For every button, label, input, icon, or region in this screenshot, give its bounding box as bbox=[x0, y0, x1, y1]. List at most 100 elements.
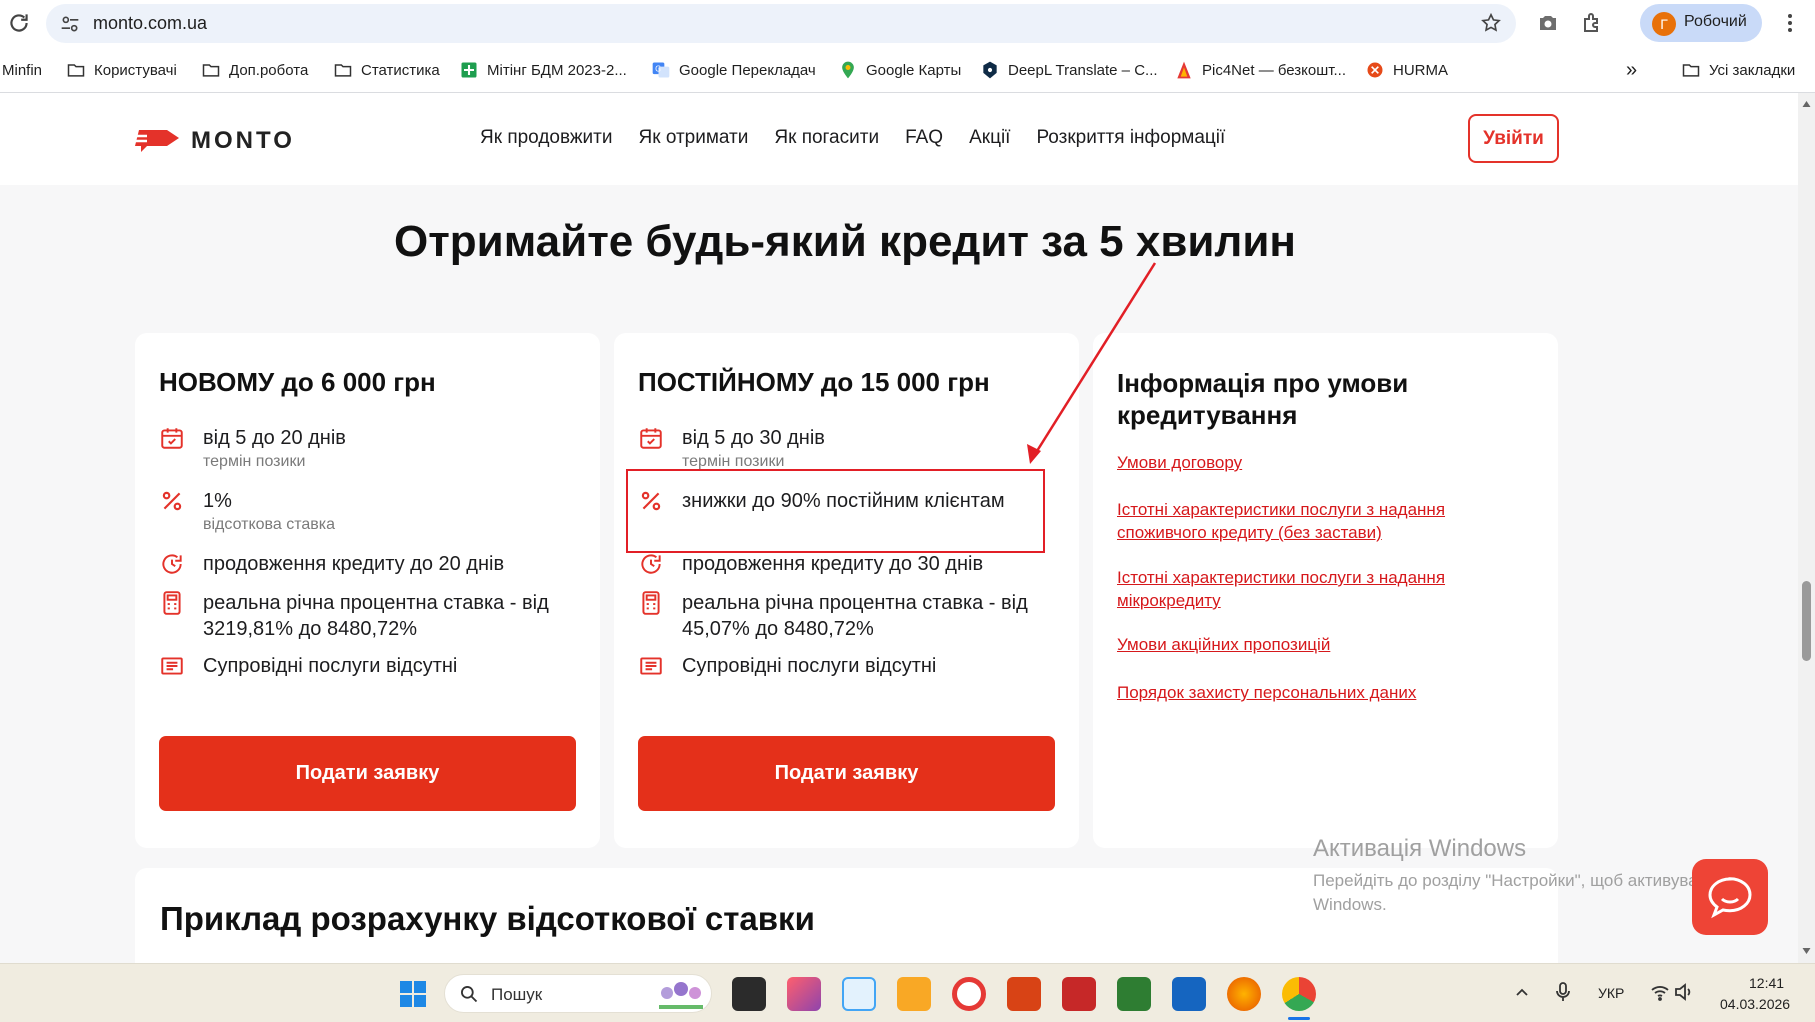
bookmark-statistics[interactable]: Статистика bbox=[333, 59, 440, 81]
microphone-icon[interactable] bbox=[1554, 981, 1572, 1003]
avatar: Г bbox=[1652, 12, 1676, 36]
link-contract-terms[interactable]: Умови договору bbox=[1117, 451, 1537, 474]
file-explorer-icon[interactable] bbox=[897, 977, 931, 1011]
link-microcredit[interactable]: Істотні характеристики послуги з надання… bbox=[1117, 566, 1537, 612]
info-title: Інформація про умови кредитування bbox=[1117, 368, 1409, 430]
login-button[interactable]: Увійти bbox=[1468, 114, 1559, 163]
browser-toolbar: monto.com.ua Г Робочий bbox=[0, 0, 1815, 47]
apply-button[interactable]: Подати заявку bbox=[638, 736, 1055, 811]
link-consumer-credit[interactable]: Істотні характеристики послуги з надання… bbox=[1117, 498, 1537, 544]
camera-icon[interactable] bbox=[1536, 11, 1560, 35]
bookmark-extra-work[interactable]: Доп.робота bbox=[201, 59, 308, 81]
calendar-icon bbox=[161, 428, 183, 449]
link-data-protection[interactable]: Порядок захисту персональних даних bbox=[1117, 681, 1537, 704]
nav-promotions[interactable]: Акції bbox=[969, 127, 1010, 149]
regular-customer-card: ПОСТІЙНОМУ до 15 000 грн від 5 до 30 дні… bbox=[614, 333, 1079, 848]
creative-cloud-icon[interactable] bbox=[787, 977, 821, 1011]
annotation-highlight-box bbox=[626, 469, 1045, 553]
pic4net-icon bbox=[1177, 61, 1191, 79]
bookmark-pic4net[interactable]: Pic4Net — безкошт... bbox=[1174, 59, 1346, 81]
bookmarks-overflow-button[interactable]: » bbox=[1626, 59, 1637, 81]
scroll-up-arrow-icon[interactable] bbox=[1801, 99, 1812, 109]
calendar-icon bbox=[640, 428, 662, 449]
taskbar-search[interactable]: Пошук bbox=[444, 974, 712, 1013]
map-pin-icon bbox=[842, 61, 854, 79]
search-icon bbox=[461, 986, 478, 1003]
logo-text: MONTO bbox=[191, 127, 295, 154]
document-list-icon bbox=[640, 657, 662, 675]
bookmark-deepl[interactable]: DeepL Translate – С... bbox=[980, 59, 1158, 81]
card-title: ПОСТІЙНОМУ до 15 000 грн bbox=[638, 367, 990, 397]
menu-kebab-icon[interactable] bbox=[1778, 10, 1802, 36]
windows-activation-watermark: Активація Windows Перейдіть до розділу "… bbox=[1313, 835, 1715, 914]
flowers-icon bbox=[659, 982, 703, 1009]
clock-date[interactable]: 04.03.2026 bbox=[1720, 996, 1790, 1012]
snipping-tool-icon[interactable] bbox=[842, 977, 876, 1011]
chat-button[interactable] bbox=[1692, 859, 1768, 935]
opera-icon[interactable] bbox=[952, 977, 986, 1011]
active-app-indicator bbox=[1288, 1017, 1310, 1020]
link-promotions-terms[interactable]: Умови акційних пропозицій bbox=[1117, 633, 1537, 656]
nav-how-to-extend[interactable]: Як продовжити bbox=[480, 127, 613, 149]
reload-icon[interactable] bbox=[6, 10, 32, 36]
word-icon[interactable] bbox=[1172, 977, 1206, 1011]
url-text[interactable]: monto.com.ua bbox=[93, 13, 207, 34]
powerpoint-icon[interactable] bbox=[1007, 977, 1041, 1011]
excel-icon[interactable] bbox=[1117, 977, 1151, 1011]
firefox-icon[interactable] bbox=[1227, 977, 1261, 1011]
site-info-icon[interactable] bbox=[60, 14, 80, 34]
site-header: MONTO Як продовжити Як отримати Як погас… bbox=[0, 93, 1798, 185]
deepl-icon bbox=[983, 61, 997, 79]
folder-icon bbox=[334, 64, 352, 77]
chevron-up-icon[interactable] bbox=[1514, 984, 1530, 1000]
folder-icon bbox=[202, 64, 220, 77]
calculator-icon bbox=[163, 591, 181, 615]
page-scrollbar[interactable] bbox=[1798, 93, 1815, 963]
card-title: НОВОМУ до 6 000 грн bbox=[159, 367, 436, 397]
percent-icon bbox=[162, 491, 182, 511]
volume-icon[interactable] bbox=[1674, 983, 1694, 1001]
bookmark-hurma[interactable]: HURMA bbox=[1365, 59, 1448, 81]
nav-faq[interactable]: FAQ bbox=[905, 127, 943, 149]
section-title: Приклад розрахунку відсоткової ставки bbox=[160, 900, 815, 937]
bookmark-minfin[interactable]: Minfin bbox=[2, 59, 42, 81]
scroll-down-arrow-icon[interactable] bbox=[1801, 946, 1812, 956]
bookmark-google-maps[interactable]: Google Карты bbox=[838, 59, 961, 81]
extensions-icon[interactable] bbox=[1580, 11, 1604, 35]
main-nav: Як продовжити Як отримати Як погасити FA… bbox=[480, 127, 1225, 149]
bookmark-star-icon[interactable] bbox=[1480, 12, 1502, 34]
profile-chip[interactable]: Г Робочий bbox=[1640, 4, 1762, 42]
pdf-icon[interactable] bbox=[1062, 977, 1096, 1011]
bookmark-all[interactable]: Усі закладки bbox=[1681, 59, 1795, 81]
windows-taskbar: Пошук УКР 12:41 04.03.2026 bbox=[0, 963, 1815, 1022]
clock-refresh-icon bbox=[641, 554, 661, 574]
folder-icon bbox=[1682, 64, 1700, 77]
nav-how-to-get[interactable]: Як отримати bbox=[639, 127, 749, 149]
bookmark-google-translate[interactable]: G Google Перекладач bbox=[651, 59, 816, 81]
bookmark-meeting[interactable]: Мітінг БДМ 2023-2... bbox=[459, 59, 627, 81]
clock-time[interactable]: 12:41 bbox=[1749, 975, 1784, 991]
monto-logo[interactable]: MONTO bbox=[133, 123, 295, 159]
chat-bubble-icon bbox=[1708, 877, 1752, 919]
new-customer-card: НОВОМУ до 6 000 грн від 5 до 20 днів тер… bbox=[135, 333, 600, 848]
sheets-icon bbox=[461, 62, 477, 78]
bookmarks-bar: Minfin Користувачі Доп.робота Статистика… bbox=[0, 47, 1815, 93]
chrome-icon[interactable] bbox=[1282, 977, 1316, 1011]
calculator-icon bbox=[642, 591, 660, 615]
hero-title: Отримайте будь-який кредит за 5 хвилин bbox=[394, 217, 1296, 266]
taskview-icon[interactable] bbox=[732, 977, 766, 1011]
windows-start-icon[interactable] bbox=[396, 977, 430, 1011]
profile-name: Робочий bbox=[1684, 13, 1747, 30]
wifi-icon[interactable] bbox=[1650, 983, 1670, 1001]
translate-icon: G bbox=[652, 62, 670, 78]
nav-disclosure[interactable]: Розкриття інформації bbox=[1036, 127, 1225, 149]
language-indicator[interactable]: УКР bbox=[1598, 985, 1624, 1001]
bookmark-users[interactable]: Користувачі bbox=[66, 59, 177, 81]
scroll-thumb[interactable] bbox=[1802, 581, 1811, 661]
apply-button[interactable]: Подати заявку bbox=[159, 736, 576, 811]
nav-how-to-repay[interactable]: Як погасити bbox=[774, 127, 879, 149]
svg-text:G: G bbox=[655, 65, 661, 74]
folder-icon bbox=[67, 64, 85, 77]
address-bar[interactable]: monto.com.ua bbox=[46, 4, 1516, 43]
clock-refresh-icon bbox=[162, 554, 182, 574]
